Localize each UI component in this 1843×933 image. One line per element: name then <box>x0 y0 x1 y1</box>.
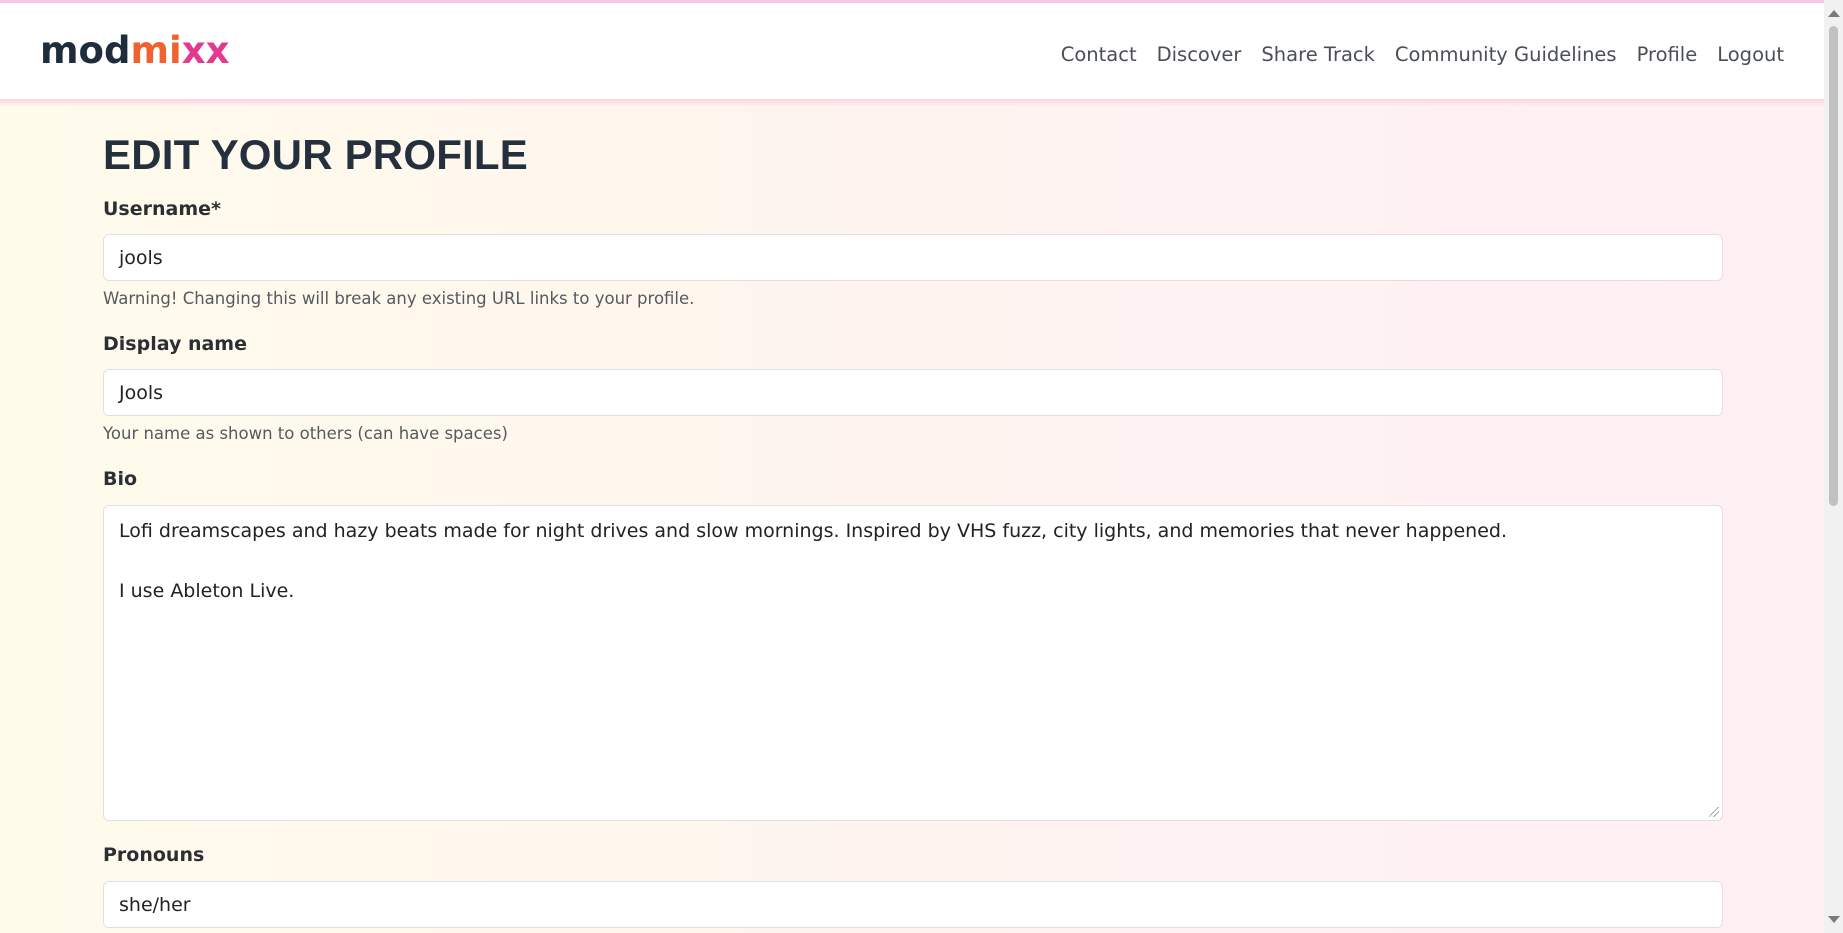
page-title: EDIT YOUR PROFILE <box>103 131 528 178</box>
pronouns-label: Pronouns <box>103 844 205 866</box>
bio-group: Bio Lofi dreamscapes and hazy beats made… <box>103 467 1723 821</box>
display-name-label: Display name <box>103 333 247 355</box>
nav-profile-link[interactable]: Profile <box>1627 41 1708 69</box>
brand-part-xx: xx <box>181 29 230 72</box>
display-name-input[interactable]: Jools <box>103 369 1723 416</box>
edit-profile-form: EDIT YOUR PROFILE Username* jools Warnin… <box>103 112 1723 928</box>
scroll-down-icon[interactable] <box>1828 916 1840 923</box>
display-name-group: Display name Jools Your name as shown to… <box>103 332 1723 445</box>
resize-grip-icon[interactable] <box>1709 807 1719 817</box>
username-value: jools <box>119 246 163 269</box>
display-name-help-text: Your name as shown to others (can have s… <box>103 424 508 443</box>
scrollbar-thumb[interactable] <box>1829 26 1838 506</box>
pronouns-value: she/her <box>119 893 191 916</box>
scroll-up-icon[interactable] <box>1828 10 1840 17</box>
navbar: modmixx Contact Discover Share Track Com… <box>0 3 1824 99</box>
username-group: Username* jools Warning! Changing this w… <box>103 198 1723 310</box>
main-nav: Contact Discover Share Track Community G… <box>1051 41 1794 69</box>
username-label: Username* <box>103 198 221 220</box>
bio-line-1: Lofi dreamscapes and hazy beats made for… <box>119 520 1507 542</box>
nav-discover-link[interactable]: Discover <box>1147 41 1252 69</box>
brand-logo[interactable]: modmixx <box>40 29 229 73</box>
pronouns-group: Pronouns she/her <box>103 843 1723 928</box>
brand-part-mod: mod <box>40 29 131 72</box>
pronouns-input[interactable]: she/her <box>103 881 1723 928</box>
bio-line-2: I use Ableton Live. <box>119 580 295 602</box>
navbar-shadow <box>0 99 1824 107</box>
username-input[interactable]: jools <box>103 234 1723 281</box>
username-help-text: Warning! Changing this will break any ex… <box>103 289 695 308</box>
nav-community-guidelines-link[interactable]: Community Guidelines <box>1385 41 1627 69</box>
bio-label: Bio <box>103 468 138 490</box>
page-scrollbar[interactable] <box>1824 0 1843 933</box>
display-name-value: Jools <box>119 381 164 404</box>
brand-part-mi: mi <box>130 29 182 72</box>
bio-textarea[interactable]: Lofi dreamscapes and hazy beats made for… <box>103 505 1723 821</box>
nav-logout-link[interactable]: Logout <box>1707 41 1794 69</box>
nav-share-track-link[interactable]: Share Track <box>1251 41 1385 69</box>
nav-contact-link[interactable]: Contact <box>1051 41 1147 69</box>
